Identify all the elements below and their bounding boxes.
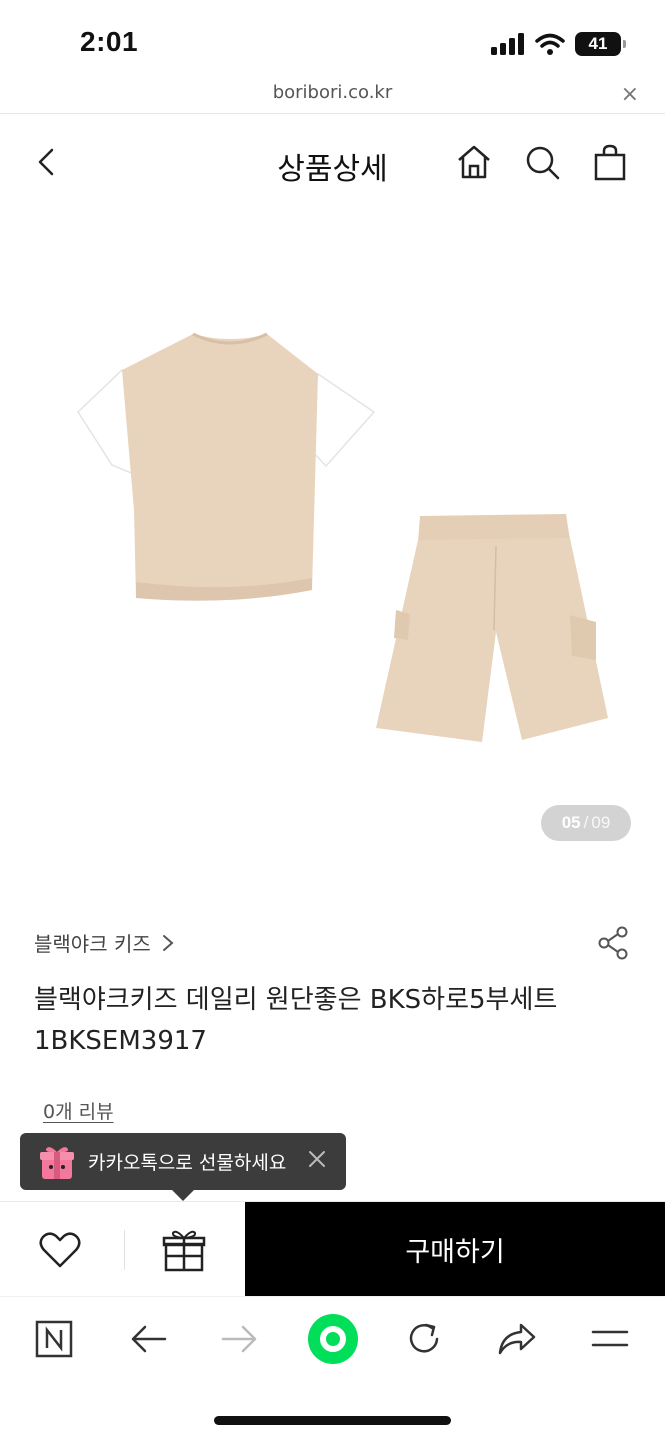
gift-icon[interactable] — [161, 1226, 207, 1274]
green-dot-icon[interactable] — [306, 1312, 360, 1366]
shopping-bag-icon[interactable] — [590, 142, 630, 182]
status-bar: 2:01 41 — [0, 0, 665, 80]
browser-toolbar — [0, 1296, 665, 1384]
back-arrow-icon[interactable] — [126, 1317, 170, 1361]
url-bar[interactable]: boribori.co.kr × — [0, 76, 665, 114]
refresh-icon[interactable] — [402, 1317, 446, 1361]
forward-arrow-icon[interactable] — [218, 1317, 262, 1361]
product-name: 블랙야크키즈 데일리 원단좋은 BKS하로5부세트 1BKSEM3917 — [34, 985, 558, 1056]
chevron-right-icon — [162, 934, 174, 951]
share-icon[interactable] — [495, 1317, 539, 1361]
app-header: 상품상세 — [0, 130, 665, 194]
status-time: 2:01 — [80, 26, 139, 57]
share-icon[interactable] — [595, 925, 631, 961]
menu-icon[interactable] — [588, 1317, 632, 1361]
tooltip-text: 카카오톡으로 선물하세요 — [88, 1152, 287, 1174]
cellular-signal-icon — [491, 33, 524, 55]
slide-total: 09 — [591, 813, 611, 832]
slide-separator: / — [583, 813, 589, 832]
slide-current: 05 — [561, 813, 581, 832]
shorts-image — [376, 514, 608, 742]
brand-link[interactable]: 블랙야크 키즈 — [34, 928, 175, 957]
close-tab-button[interactable]: × — [621, 82, 639, 107]
search-icon[interactable] — [522, 142, 562, 182]
url-domain[interactable]: boribori.co.kr — [0, 82, 665, 103]
review-count-link[interactable]: 0개 리뷰 — [43, 1097, 114, 1124]
slide-counter: 05 / 09 — [541, 805, 631, 841]
heart-icon[interactable] — [36, 1226, 84, 1274]
wifi-icon — [535, 33, 565, 55]
naver-n-icon[interactable] — [32, 1317, 76, 1361]
status-icons: 41 — [491, 30, 626, 58]
battery-level: 41 — [588, 34, 608, 53]
divider — [124, 1230, 125, 1270]
page-title: 상품상세 — [277, 152, 388, 187]
product-image[interactable] — [0, 210, 665, 875]
gift-tooltip[interactable]: 카카오톡으로 선물하세요 — [20, 1133, 346, 1201]
battery-icon: 41 — [575, 32, 626, 56]
gift-box-icon — [40, 1146, 74, 1179]
home-indicator[interactable] — [214, 1416, 451, 1425]
buy-button[interactable]: 구매하기 — [245, 1202, 665, 1297]
purchase-bar: 구매하기 — [0, 1201, 665, 1297]
brand-name[interactable]: 블랙야크 키즈 — [34, 928, 151, 957]
home-icon[interactable] — [454, 142, 494, 182]
shirt-image — [77, 332, 376, 601]
close-icon[interactable] — [306, 1148, 328, 1170]
